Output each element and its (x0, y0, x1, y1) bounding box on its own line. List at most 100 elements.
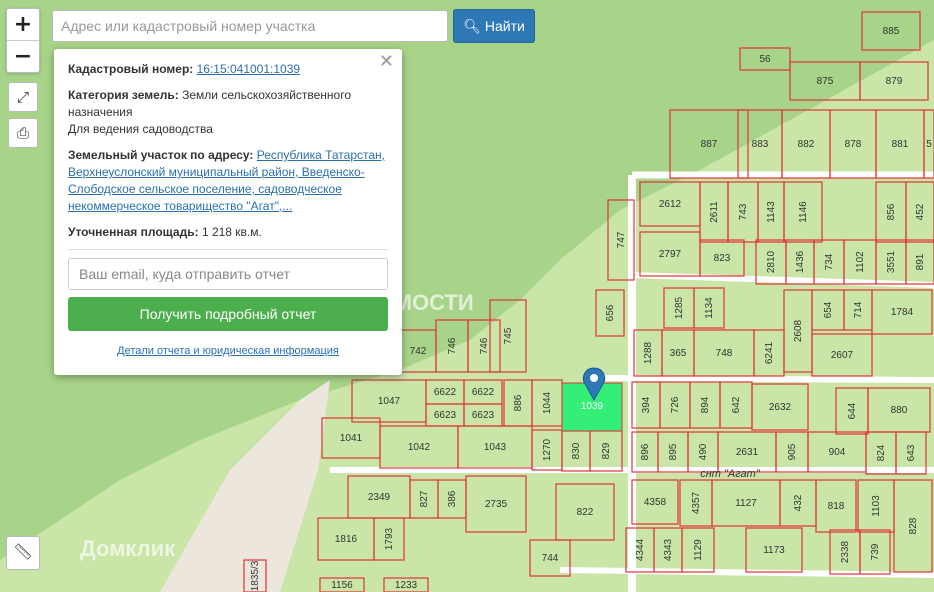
parcel-label: 856 (886, 203, 897, 220)
parcel-label: 824 (876, 444, 887, 461)
parcel-label: 879 (886, 76, 903, 87)
get-report-button[interactable]: Получить подробный отчет (68, 297, 388, 331)
parcel-label: 643 (906, 444, 917, 461)
fullscreen-button[interactable]: ⤢ (8, 82, 38, 112)
print-icon: ⎙ (16, 124, 29, 142)
area-value: 1 218 кв.м. (201, 225, 262, 239)
parcel-label: 1816 (335, 534, 358, 545)
parcel-label: 490 (698, 443, 709, 460)
expand-icon: ⤢ (16, 88, 29, 106)
parcel-label: 742 (410, 346, 427, 357)
parcel-label: 1102 (855, 251, 866, 273)
parcel-label: 747 (616, 231, 627, 248)
selected-parcel-label: 1039 (581, 401, 604, 412)
close-icon[interactable]: ✕ (379, 52, 394, 70)
parcel-label: 1835/3 (250, 560, 261, 591)
parcel-label: 2611 (709, 201, 720, 223)
parcel-label: 3551 (886, 250, 897, 273)
parcel-label: 895 (668, 443, 679, 460)
parcel-label: 452 (915, 203, 926, 220)
cadastral-number-link[interactable]: 16:15:041001:1039 (197, 62, 300, 76)
parcel-label: 881 (892, 139, 909, 150)
parcel-label: 656 (605, 304, 616, 321)
search-input[interactable] (52, 10, 448, 42)
cadastral-label: Кадастровый номер: (68, 62, 194, 76)
parcel-label: 1129 (693, 539, 704, 561)
search-icon: 🔍︎ (463, 18, 481, 34)
parcel-label: 830 (571, 442, 582, 459)
parcel-label: 739 (870, 543, 881, 560)
parcel-label: 1044 (542, 391, 553, 414)
parcel-label: 4343 (663, 538, 674, 561)
parcel-label: 6241 (764, 341, 775, 364)
parcel-label: 1793 (384, 527, 395, 550)
details-link[interactable]: Детали отчета и юридическая информация (117, 345, 339, 357)
parcel-label: 887 (701, 139, 718, 150)
zoom-out-button[interactable]: − (7, 40, 39, 72)
parcel-label: 748 (716, 348, 733, 359)
parcel-label: 2797 (659, 249, 682, 260)
parcel-label: 1134 (704, 297, 715, 319)
parcel-label: 6622 (472, 387, 495, 398)
parcel-label: 1156 (331, 580, 353, 591)
parcel-label: 1041 (340, 433, 363, 444)
ruler-button[interactable]: 📏︎ (6, 536, 40, 570)
parcel-label: 5 (926, 139, 932, 150)
parcel-label: 2612 (659, 199, 682, 210)
parcel-label: 882 (798, 139, 815, 150)
parcel-label: 880 (891, 405, 908, 416)
email-field[interactable] (68, 258, 388, 290)
street-label: снт "Агат" (700, 468, 761, 480)
divider (68, 249, 388, 250)
parcel-label: 886 (513, 394, 524, 411)
parcel-label: 1127 (735, 498, 757, 509)
parcel-label: 2608 (793, 319, 804, 342)
zoom-control: + − (6, 8, 40, 73)
parcel-label: 2631 (736, 447, 759, 458)
parcel-label: 726 (670, 396, 681, 413)
parcel-label: 822 (577, 507, 594, 518)
parcel-label: 875 (817, 76, 834, 87)
parcel-info-popup: ✕ Кадастровый номер: 16:15:041001:1039 К… (54, 49, 402, 375)
parcel-label: 896 (640, 443, 651, 460)
parcel-label: 1285 (674, 296, 685, 319)
parcel-label: 745 (503, 327, 514, 344)
parcel-label: 904 (829, 447, 846, 458)
usage-value: Для ведения садоводства (68, 122, 213, 136)
parcel-label: 1042 (408, 442, 431, 453)
parcel-label: 746 (447, 337, 458, 354)
parcel-label: 2810 (766, 250, 777, 273)
search-button[interactable]: 🔍︎ Найти (453, 9, 535, 43)
area-label: Уточненная площадь: (68, 225, 199, 239)
parcel-label: 894 (700, 396, 711, 413)
parcel-label: 1784 (891, 307, 914, 318)
parcel-label: 828 (908, 517, 919, 534)
parcel-label: 1436 (795, 250, 806, 273)
parcel-label: 1047 (378, 396, 401, 407)
category-label: Категория земель: (68, 88, 179, 102)
parcel-label: 746 (479, 337, 490, 354)
parcel-label: 4357 (691, 491, 702, 514)
parcel-label: 878 (845, 139, 862, 150)
zoom-in-button[interactable]: + (7, 9, 39, 40)
parcel-label: 1270 (542, 438, 553, 461)
parcel-label: 1288 (643, 341, 654, 364)
parcel-label: 1143 (766, 201, 777, 223)
parcel-label: 2349 (368, 492, 391, 503)
parcel-label: 743 (738, 203, 749, 220)
parcel-label: 654 (823, 301, 834, 318)
parcel-label: 2338 (840, 540, 851, 563)
parcel-label: 4358 (644, 497, 667, 508)
parcel-label: 734 (824, 253, 835, 270)
ruler-icon: 📏︎ (12, 544, 34, 561)
parcel-label: 827 (419, 490, 430, 507)
road (599, 375, 934, 383)
parcel-label: 1173 (763, 545, 785, 556)
parcel-label: 1103 (871, 495, 882, 517)
print-button[interactable]: ⎙ (8, 118, 38, 148)
parcel-label: 6623 (472, 410, 495, 421)
parcel-label: 642 (731, 396, 742, 413)
parcel-label: 1233 (395, 580, 418, 591)
parcel-label: 829 (601, 442, 612, 459)
parcel-label: 891 (915, 253, 926, 270)
